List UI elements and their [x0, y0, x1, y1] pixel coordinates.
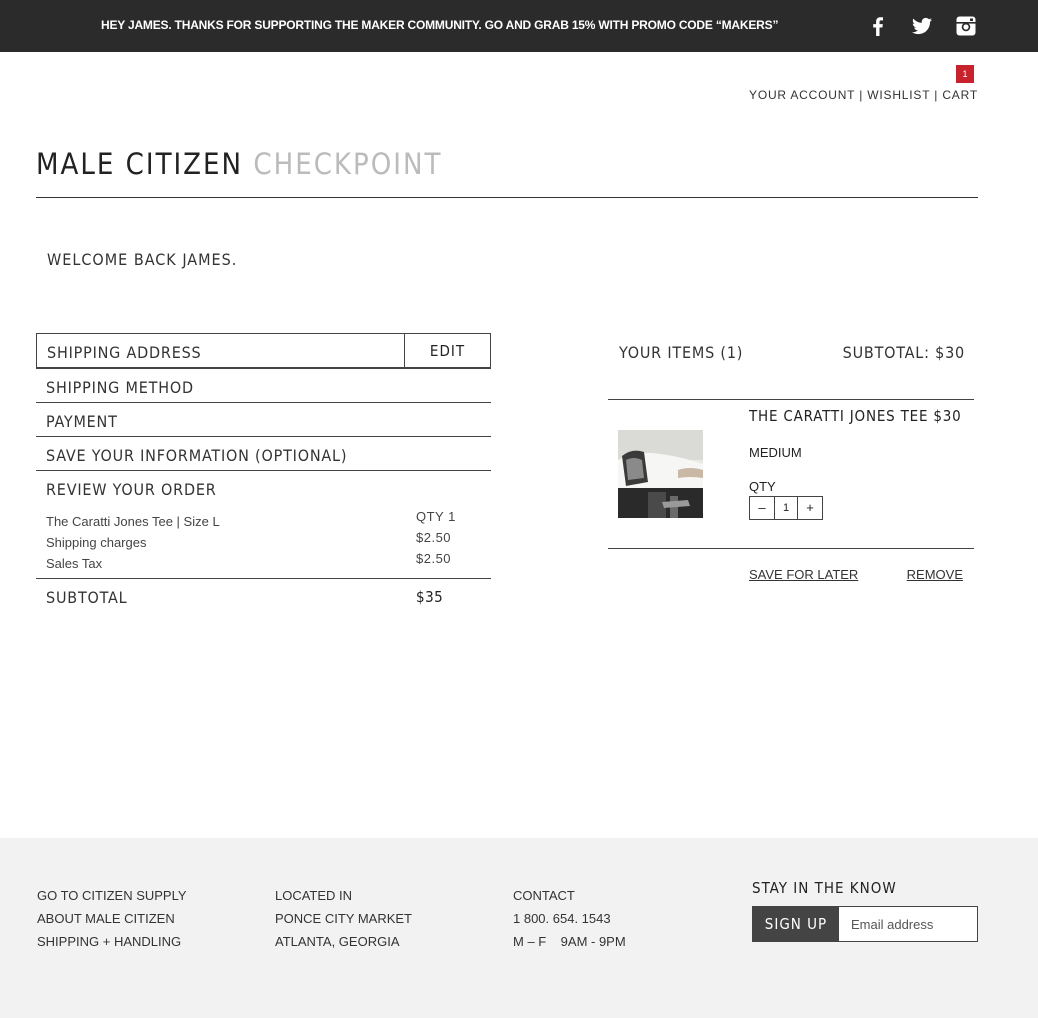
qty-value[interactable]: 1 [774, 497, 798, 519]
line-item-label: Sales Tax [46, 556, 103, 571]
divider [608, 548, 974, 549]
cart-subtotal: SUBTOTAL: $30 [842, 343, 965, 362]
promo-bar: HEY JAMES. THANKS FOR SUPPORTING THE MAK… [0, 0, 1038, 52]
quantity-stepper: – 1 + [749, 496, 823, 520]
newsletter-form: SIGN UP [752, 906, 978, 942]
subtotal-label: SUBTOTAL [46, 588, 128, 607]
qty-label: QTY [749, 479, 776, 494]
shipping-method-step[interactable]: SHIPPING METHOD [36, 368, 491, 402]
product-name[interactable]: THE CARATTI JONES TEE $30 [749, 407, 962, 425]
shipping-address-step[interactable]: SHIPPING ADDRESS EDIT [36, 333, 491, 368]
line-item-label: Shipping charges [46, 535, 147, 550]
sign-up-button[interactable]: SIGN UP [753, 907, 839, 941]
promo-message: HEY JAMES. THANKS FOR SUPPORTING THE MAK… [101, 18, 779, 32]
location-line: PONCE CITY MARKET [275, 911, 413, 926]
payment-heading: PAYMENT [46, 412, 118, 431]
save-info-step[interactable]: SAVE YOUR INFORMATION (OPTIONAL) [36, 436, 491, 470]
separator: | [934, 88, 939, 102]
remove-link[interactable]: REMOVE [907, 567, 963, 582]
divider [608, 399, 974, 400]
newsletter-heading: STAY IN THE KNOW [752, 879, 897, 897]
about-link[interactable]: ABOUT MALE CITIZEN [37, 907, 187, 930]
checkpoint-label: CHECKPOINT [253, 147, 443, 181]
contact-heading: CONTACT [513, 888, 575, 903]
line-item-value: $2.50 [416, 551, 452, 566]
footer-contact: CONTACT 1 800. 654. 1543 M – F 9AM - 9PM [513, 884, 626, 953]
line-item-label: The Caratti Jones Tee | Size L [46, 514, 220, 529]
your-account-link[interactable]: YOUR ACCOUNT [749, 88, 855, 102]
line-item-value: QTY 1 [416, 509, 456, 524]
twitter-icon[interactable] [910, 14, 934, 38]
checkout-steps: SHIPPING ADDRESS EDIT SHIPPING METHOD PA… [36, 333, 491, 612]
footer-links: GO TO CITIZEN SUPPLY ABOUT MALE CITIZEN … [37, 884, 187, 953]
line-item-value: $2.50 [416, 530, 452, 545]
review-order-step: REVIEW YOUR ORDER The Caratti Jones Tee … [36, 470, 491, 578]
facebook-icon[interactable] [866, 14, 890, 38]
footer-location: LOCATED IN PONCE CITY MARKET ATLANTA, GE… [275, 884, 412, 953]
product-size: MEDIUM [749, 445, 802, 460]
location-line: ATLANTA, GEORGIA [275, 934, 400, 949]
location-heading: LOCATED IN [275, 888, 353, 903]
review-line-values: QTY 1 $2.50 $2.50 [416, 506, 456, 569]
welcome-message: WELCOME BACK JAMES. [47, 250, 238, 269]
qty-decrease-button[interactable]: – [750, 497, 774, 519]
page-title: MALE CITIZEN CHECKPOINT [36, 147, 442, 181]
payment-step[interactable]: PAYMENT [36, 402, 491, 436]
shipping-method-heading: SHIPPING METHOD [46, 378, 194, 397]
contact-hours: M – F 9AM - 9PM [513, 934, 626, 949]
edit-button[interactable]: EDIT [404, 334, 490, 368]
footer: GO TO CITIZEN SUPPLY ABOUT MALE CITIZEN … [0, 838, 1038, 1018]
title-divider [36, 197, 978, 198]
order-subtotal-row: SUBTOTAL $35 [36, 578, 491, 612]
cart-link[interactable]: CART [942, 88, 978, 102]
contact-phone: 1 800. 654. 1543 [513, 911, 611, 926]
brand-name[interactable]: MALE CITIZEN [36, 147, 243, 181]
shipping-handling-link[interactable]: SHIPPING + HANDLING [37, 930, 187, 953]
review-order-heading: REVIEW YOUR ORDER [46, 480, 217, 499]
review-line-labels: The Caratti Jones Tee | Size L Shipping … [46, 511, 220, 574]
shipping-address-heading: SHIPPING ADDRESS [47, 343, 202, 362]
wishlist-link[interactable]: WISHLIST [867, 88, 930, 102]
instagram-icon[interactable] [954, 14, 978, 38]
qty-increase-button[interactable]: + [798, 497, 822, 519]
separator: | [859, 88, 864, 102]
cart-count-badge: 1 [956, 65, 974, 83]
email-input[interactable] [839, 907, 977, 941]
account-links: YOUR ACCOUNT | WISHLIST | CART [749, 88, 978, 102]
product-thumbnail[interactable] [618, 430, 703, 518]
subtotal-value: $35 [416, 588, 444, 606]
save-info-heading: SAVE YOUR INFORMATION (OPTIONAL) [46, 446, 348, 465]
save-for-later-link[interactable]: SAVE FOR LATER [749, 567, 858, 582]
your-items-label: YOUR ITEMS (1) [619, 343, 744, 362]
citizen-supply-link[interactable]: GO TO CITIZEN SUPPLY [37, 884, 187, 907]
